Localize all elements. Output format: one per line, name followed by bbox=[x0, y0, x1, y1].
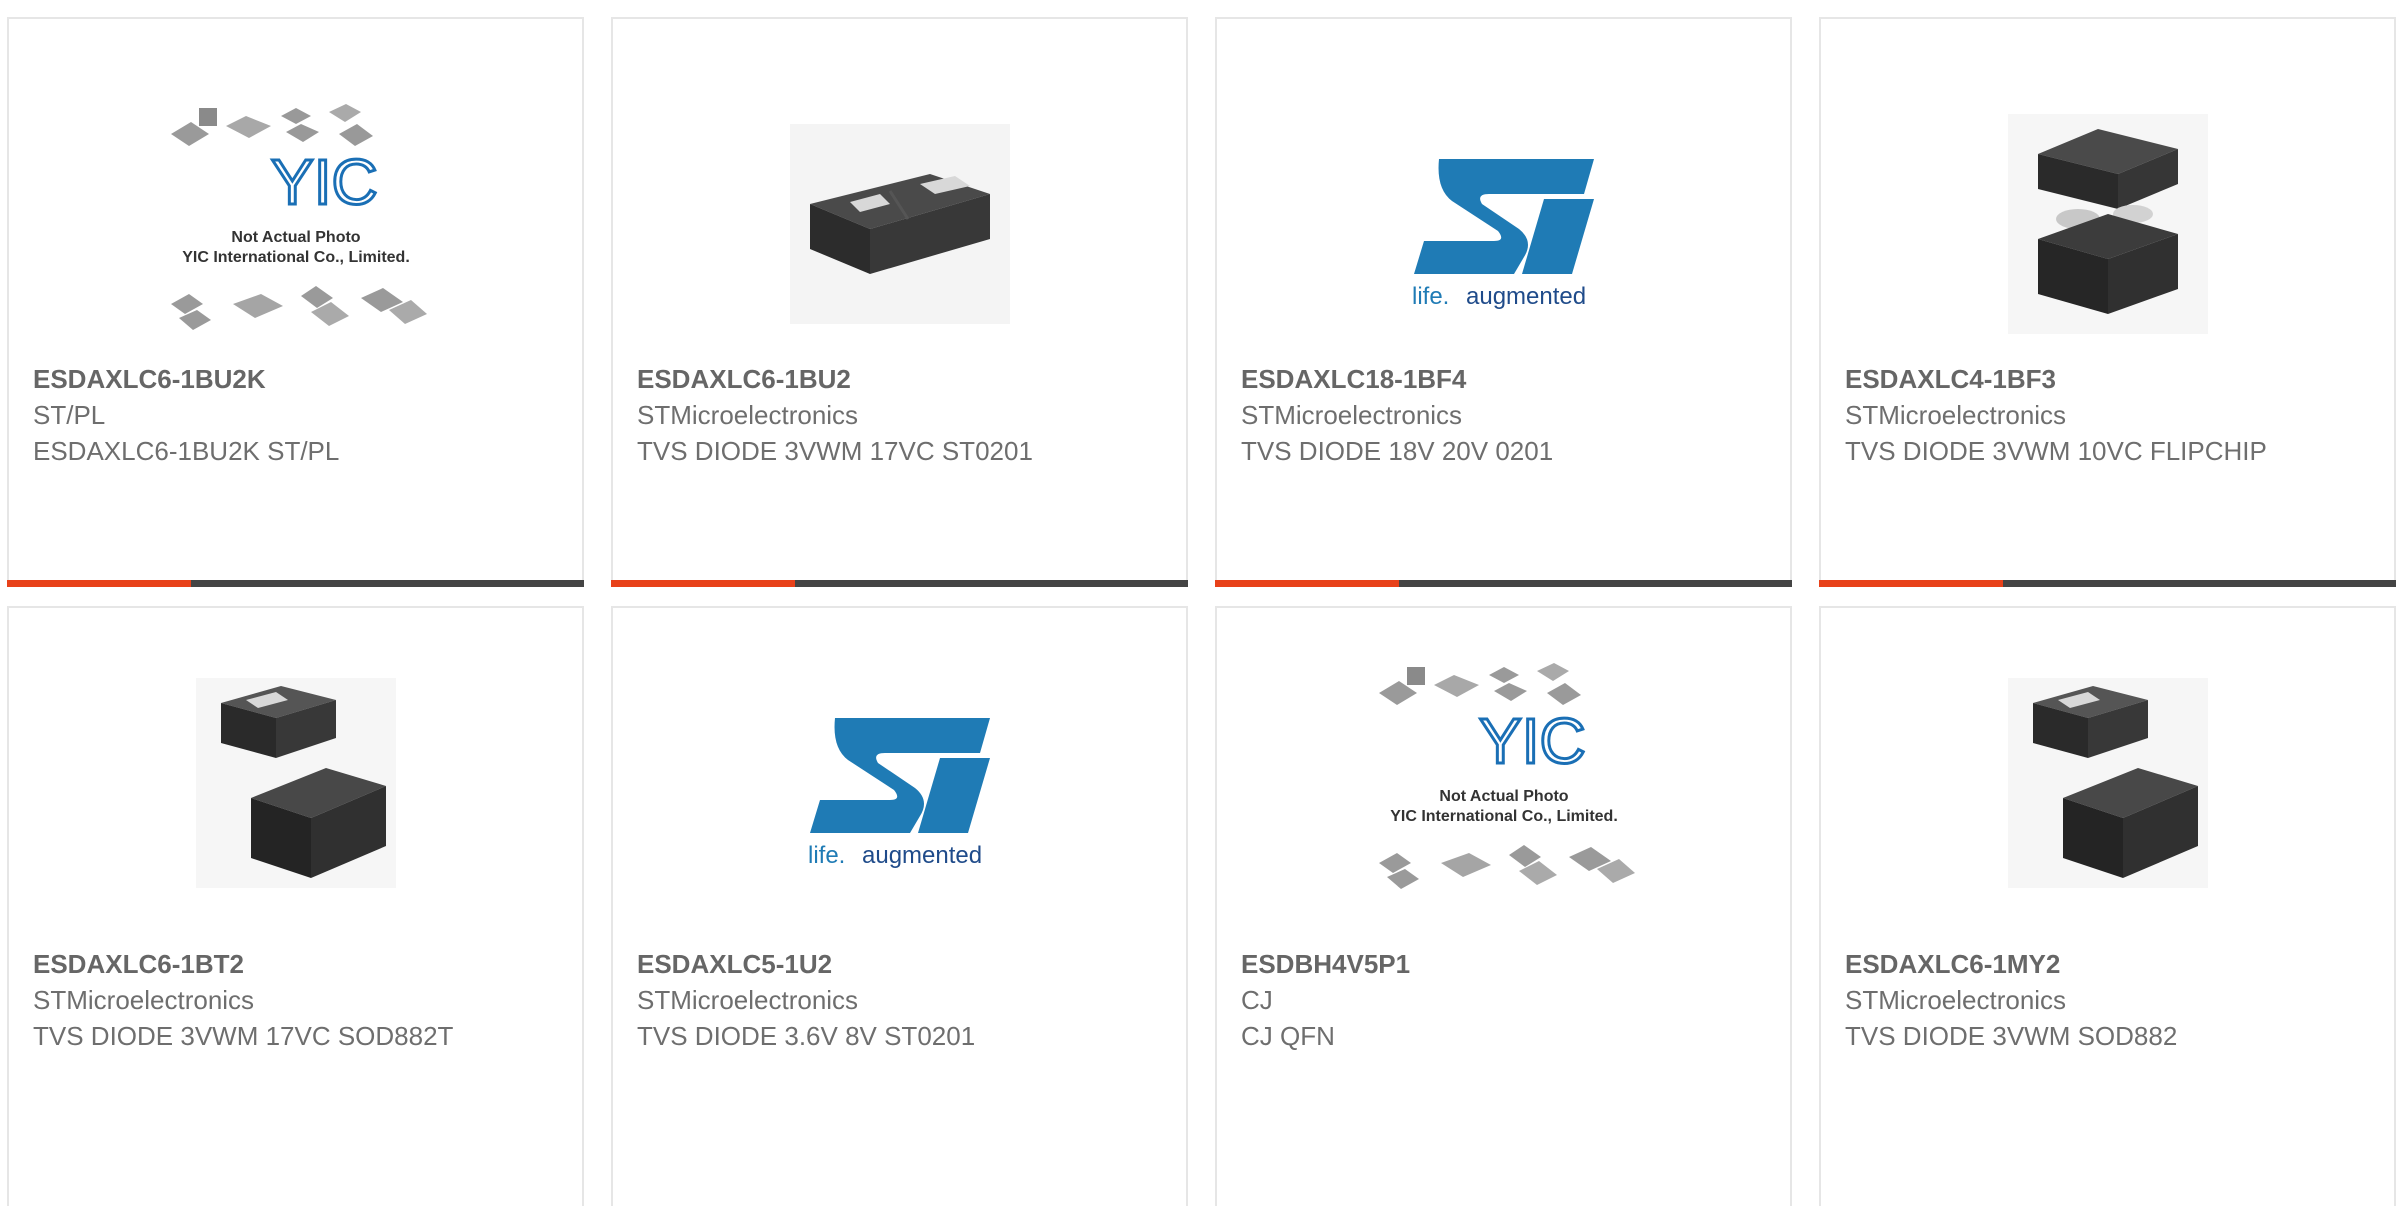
svg-text:YIC International Co., Limited: YIC International Co., Limited. bbox=[1390, 808, 1618, 825]
manufacturer: STMicroelectronics bbox=[1241, 400, 1463, 430]
product-card[interactable]: life. augmented ESDAXLC18-1BF4 STMicroel… bbox=[1215, 17, 1792, 587]
st-logo-icon: life. augmented bbox=[808, 718, 990, 868]
accent-bar bbox=[1819, 580, 2003, 587]
description: ESDAXLC6-1BU2K ST/PL bbox=[33, 436, 340, 466]
svg-text:Not Actual Photo: Not Actual Photo bbox=[231, 229, 360, 246]
manufacturer: STMicroelectronics bbox=[1845, 400, 2067, 430]
svg-text:YIC: YIC bbox=[1479, 705, 1586, 777]
product-card[interactable]: ESDAXLC6-1MY2 STMicroelectronics TVS DIO… bbox=[1819, 606, 2396, 1206]
product-card[interactable]: YIC Not Actual Photo YIC International C… bbox=[1215, 606, 1792, 1206]
sod882-image bbox=[2007, 678, 2208, 888]
description: TVS DIODE 3VWM 17VC SOD882T bbox=[33, 1021, 454, 1051]
svg-text:YIC: YIC bbox=[271, 146, 378, 218]
product-image[interactable] bbox=[1821, 648, 2394, 918]
card-bottom-bar bbox=[611, 580, 1188, 587]
product-card[interactable]: ESDAXLC6-1BU2 STMicroelectronics TVS DIO… bbox=[611, 17, 1188, 587]
part-number[interactable]: ESDAXLC6-1MY2 bbox=[1845, 946, 2374, 982]
accent-bar bbox=[611, 580, 795, 587]
card-bottom-bar bbox=[1819, 580, 2396, 587]
part-number[interactable]: ESDAXLC6-1BT2 bbox=[33, 946, 562, 982]
product-card[interactable]: ESDAXLC4-1BF3 STMicroelectronics TVS DIO… bbox=[1819, 17, 2396, 587]
svg-text:YIC International Co., Limited: YIC International Co., Limited. bbox=[182, 249, 410, 266]
accent-bar bbox=[1215, 580, 1399, 587]
product-image[interactable]: life. augmented bbox=[1217, 89, 1790, 359]
svg-text:augmented: augmented bbox=[862, 842, 982, 868]
product-card[interactable]: life. augmented ESDAXLC5-1U2 STMicroelec… bbox=[611, 606, 1188, 1206]
part-number[interactable]: ESDAXLC5-1U2 bbox=[637, 946, 1166, 982]
st-logo-icon: life. augmented bbox=[1412, 159, 1594, 309]
product-image[interactable] bbox=[9, 648, 582, 918]
part-number[interactable]: ESDBH4V5P1 bbox=[1241, 946, 1770, 982]
manufacturer: STMicroelectronics bbox=[637, 400, 859, 430]
sod882-image bbox=[195, 678, 396, 888]
svg-text:life.: life. bbox=[1412, 283, 1449, 309]
diode-chip-image bbox=[789, 124, 1010, 324]
product-image[interactable] bbox=[1821, 89, 2394, 359]
part-number[interactable]: ESDAXLC6-1BU2 bbox=[637, 361, 1166, 397]
part-number[interactable]: ESDAXLC6-1BU2K bbox=[33, 361, 562, 397]
product-image[interactable] bbox=[613, 89, 1186, 359]
description: TVS DIODE 18V 20V 0201 bbox=[1241, 436, 1554, 466]
accent-bar bbox=[7, 580, 191, 587]
product-card[interactable]: ESDAXLC6-1BT2 STMicroelectronics TVS DIO… bbox=[7, 606, 584, 1206]
product-card[interactable]: YIC Not Actual Photo YIC International C… bbox=[7, 17, 584, 587]
product-image[interactable]: YIC Not Actual Photo YIC International C… bbox=[1217, 648, 1790, 918]
part-number[interactable]: ESDAXLC4-1BF3 bbox=[1845, 361, 2374, 397]
product-image[interactable]: YIC Not Actual Photo YIC International C… bbox=[9, 89, 582, 359]
part-number[interactable]: ESDAXLC18-1BF4 bbox=[1241, 361, 1770, 397]
manufacturer: CJ bbox=[1241, 985, 1273, 1015]
description: CJ QFN bbox=[1241, 1021, 1335, 1051]
description: TVS DIODE 3VWM 10VC FLIPCHIP bbox=[1845, 436, 2267, 466]
description: TVS DIODE 3VWM SOD882 bbox=[1845, 1021, 2178, 1051]
svg-text:Not Actual Photo: Not Actual Photo bbox=[1439, 788, 1568, 805]
card-bottom-bar bbox=[1215, 580, 1792, 587]
manufacturer: ST/PL bbox=[33, 400, 106, 430]
svg-text:augmented: augmented bbox=[1466, 283, 1586, 309]
product-image[interactable]: life. augmented bbox=[613, 648, 1186, 918]
flipchip-image bbox=[2007, 114, 2208, 334]
description: TVS DIODE 3VWM 17VC ST0201 bbox=[637, 436, 1033, 466]
manufacturer: STMicroelectronics bbox=[33, 985, 255, 1015]
manufacturer: STMicroelectronics bbox=[637, 985, 859, 1015]
svg-text:life.: life. bbox=[808, 842, 845, 868]
yic-placeholder-icon: YIC Not Actual Photo YIC International C… bbox=[1378, 663, 1635, 889]
card-bottom-bar bbox=[7, 580, 584, 587]
yic-placeholder-icon: YIC Not Actual Photo YIC International C… bbox=[170, 104, 427, 330]
manufacturer: STMicroelectronics bbox=[1845, 985, 2067, 1015]
description: TVS DIODE 3.6V 8V ST0201 bbox=[637, 1021, 976, 1051]
